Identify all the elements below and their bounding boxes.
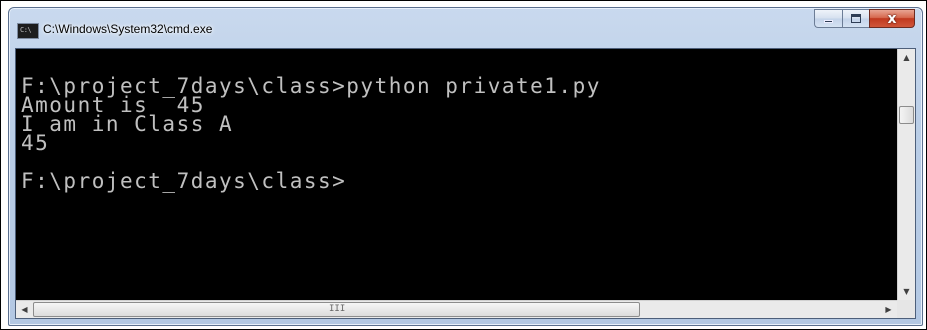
cmd-icon-text: C:\ bbox=[20, 26, 32, 34]
scroll-grip-icon: III bbox=[329, 304, 346, 314]
console-line: I am in Class A bbox=[21, 112, 234, 136]
scroll-left-icon[interactable]: ◀ bbox=[16, 301, 33, 318]
maximize-button[interactable] bbox=[842, 9, 869, 28]
cmd-window: C:\ C:\Windows\System32\cmd.exe x F:\pro… bbox=[8, 7, 923, 326]
console-frame: F:\project_7days\class>python private1.p… bbox=[15, 48, 916, 319]
horizontal-scrollbar[interactable]: ◀ III ▶ bbox=[16, 300, 897, 318]
close-icon: x bbox=[887, 11, 897, 27]
close-button[interactable]: x bbox=[869, 9, 915, 28]
console-output-area[interactable]: F:\project_7days\class>python private1.p… bbox=[16, 49, 897, 300]
screenshot-frame: C:\ C:\Windows\System32\cmd.exe x F:\pro… bbox=[0, 0, 927, 330]
cmd-app-icon[interactable]: C:\ bbox=[17, 23, 39, 39]
horizontal-scroll-thumb[interactable]: III bbox=[33, 302, 640, 317]
minimize-button[interactable] bbox=[814, 9, 842, 28]
minimize-icon bbox=[824, 20, 833, 23]
console-line: 45 bbox=[21, 131, 50, 155]
scroll-right-icon[interactable]: ▶ bbox=[880, 301, 897, 318]
console-prompt-line: F:\project_7days\class> bbox=[21, 169, 347, 193]
scrollbar-corner bbox=[897, 300, 915, 318]
vertical-scroll-thumb[interactable] bbox=[899, 106, 914, 124]
scroll-up-icon[interactable]: ▲ bbox=[898, 49, 915, 66]
title-bar[interactable]: C:\ C:\Windows\System32\cmd.exe x bbox=[9, 8, 922, 48]
scroll-down-icon[interactable]: ▼ bbox=[898, 283, 915, 300]
console-text: F:\project_7days\class>python private1.p… bbox=[16, 49, 897, 193]
vertical-scrollbar[interactable]: ▲ ▼ bbox=[897, 49, 915, 300]
caption-buttons: x bbox=[814, 9, 915, 29]
maximize-icon bbox=[851, 14, 861, 23]
window-title: C:\Windows\System32\cmd.exe bbox=[43, 22, 213, 36]
